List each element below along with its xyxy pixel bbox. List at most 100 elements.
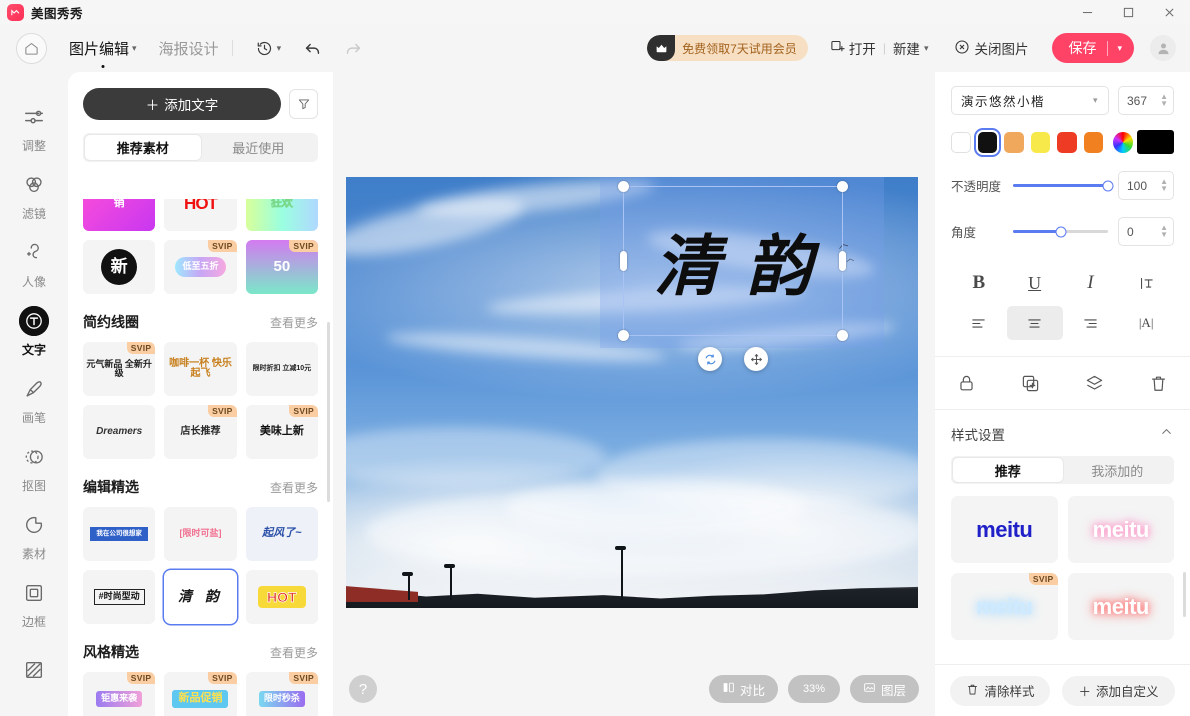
sidebar-item-adjust[interactable]: 调整	[0, 94, 68, 162]
swatch-tan[interactable]	[1004, 131, 1024, 153]
angle-input[interactable]: 0 ▲ ▼	[1118, 217, 1174, 246]
section-more-link[interactable]: 查看更多	[270, 479, 318, 496]
resize-handle-left[interactable]	[620, 251, 627, 271]
sidebar-item-brush[interactable]: 画笔	[0, 366, 68, 434]
material-item[interactable]: HOT	[164, 199, 237, 231]
current-color-bar[interactable]	[1136, 130, 1175, 154]
resize-handle-tr[interactable]	[837, 181, 848, 192]
material-item[interactable]: 咖啡一杯 快乐起飞	[164, 342, 237, 396]
material-item[interactable]: 限时折扣 立减10元	[245, 342, 318, 396]
layers-icon[interactable]	[1063, 374, 1127, 393]
sidebar-item-text[interactable]: 文字	[0, 298, 68, 366]
style-item[interactable]: meitu	[1067, 496, 1174, 563]
text-selection-box[interactable]: 清韵	[618, 181, 848, 341]
material-item[interactable]: 销	[83, 199, 156, 231]
vip-trial-banner[interactable]: 免费领取7天试用会员	[647, 35, 808, 61]
tab-poster-design[interactable]: 海报设计	[159, 38, 219, 59]
sidebar-item-cutout[interactable]: 抠图	[0, 434, 68, 502]
swatch-black[interactable]	[973, 127, 1002, 157]
material-item[interactable]: 元气新品 全新升级 SVIP	[83, 342, 156, 396]
material-item[interactable]: 店长推荐 SVIP	[164, 405, 237, 459]
material-item[interactable]: 50 SVIP	[245, 240, 318, 294]
material-item[interactable]: 新	[83, 240, 156, 294]
save-button[interactable]: 保存 ▾	[1052, 33, 1134, 63]
material-item[interactable]: 我在公司很想家	[83, 507, 156, 561]
tab-style-mine[interactable]: 我添加的	[1063, 458, 1173, 482]
section-more-link[interactable]: 查看更多	[270, 314, 318, 331]
undo-icon[interactable]	[303, 39, 322, 58]
layers-button[interactable]: 图层	[849, 675, 919, 703]
material-item[interactable]: Dreamers	[83, 405, 156, 459]
color-wheel-icon[interactable]	[1113, 131, 1133, 153]
material-item[interactable]: [限时可盐]	[164, 507, 237, 561]
stepper-icon[interactable]: ▲ ▼	[1160, 224, 1168, 239]
vertical-text-button[interactable]	[1118, 266, 1174, 300]
letter-spacing-button[interactable]: |A|	[1118, 306, 1174, 340]
align-left-button[interactable]	[951, 306, 1007, 340]
move-icon[interactable]	[744, 347, 768, 371]
material-item[interactable]: HOT	[245, 570, 318, 624]
funnel-icon[interactable]	[289, 89, 318, 119]
close-image-button[interactable]: 关闭图片	[954, 38, 1028, 58]
maximize-icon[interactable]	[1108, 0, 1149, 24]
close-icon[interactable]	[1149, 0, 1190, 24]
zoom-level[interactable]: 33%	[787, 675, 840, 703]
redo-icon[interactable]	[344, 39, 363, 58]
open-file-button[interactable]: 打开	[830, 38, 876, 58]
new-file-button[interactable]: 新建 ▾	[893, 38, 929, 58]
add-text-button[interactable]: ＋ 添加文字	[83, 88, 281, 120]
copy-icon[interactable]	[999, 374, 1063, 393]
swatch-red[interactable]	[1057, 131, 1077, 153]
canvas-text-layer[interactable]: 清韵	[624, 187, 842, 335]
italic-button[interactable]: I	[1063, 266, 1119, 300]
lock-icon[interactable]	[935, 374, 999, 393]
panel-scrollbar[interactable]	[327, 322, 330, 502]
font-size-input[interactable]: 367 ▲ ▼	[1118, 86, 1174, 115]
material-item[interactable]: 限时秒杀 SVIP	[245, 672, 318, 716]
resize-handle-br[interactable]	[837, 330, 848, 341]
style-item[interactable]: meitu	[951, 496, 1058, 563]
canvas-photo[interactable]: ︿ ︿ 清韵	[346, 177, 918, 608]
swatch-yellow[interactable]	[1030, 131, 1051, 153]
sidebar-item-mosaic[interactable]	[0, 638, 68, 706]
material-item[interactable]: 起风了~	[245, 507, 318, 561]
question-icon[interactable]: ?	[349, 675, 377, 703]
resize-handle-tl[interactable]	[618, 181, 629, 192]
material-item-selected[interactable]: 清 韵	[164, 570, 237, 624]
underline-button[interactable]: U	[1007, 266, 1063, 300]
opacity-input[interactable]: 100 ▲ ▼	[1118, 171, 1174, 200]
trash-icon[interactable]	[1126, 374, 1190, 393]
home-icon[interactable]	[16, 32, 47, 64]
tab-recommended[interactable]: 推荐素材	[85, 135, 201, 160]
material-item[interactable]: 低至五折 SVIP	[164, 240, 237, 294]
bold-button[interactable]: B	[951, 266, 1007, 300]
clear-style-button[interactable]: 清除样式	[950, 675, 1051, 706]
angle-slider[interactable]	[1013, 226, 1108, 237]
add-custom-style-button[interactable]: ＋ 添加自定义	[1062, 675, 1175, 706]
compare-button[interactable]: 对比	[708, 675, 778, 703]
tab-image-edit[interactable]: 图片编辑 ▾	[69, 38, 137, 59]
sidebar-item-sticker[interactable]: 素材	[0, 502, 68, 570]
sidebar-item-filter[interactable]: 滤镜	[0, 162, 68, 230]
stepper-icon[interactable]: ▲ ▼	[1160, 93, 1168, 108]
user-avatar-icon[interactable]	[1150, 35, 1176, 61]
tab-recent[interactable]: 最近使用	[201, 135, 317, 160]
minimize-icon[interactable]	[1067, 0, 1108, 24]
sidebar-item-portrait[interactable]: 人像	[0, 230, 68, 298]
resize-handle-right[interactable]	[839, 251, 846, 271]
style-item[interactable]: meitu SVIP	[951, 573, 1058, 640]
align-right-button[interactable]	[1063, 306, 1119, 340]
material-item[interactable]: 狂欢	[245, 199, 318, 231]
align-center-button[interactable]	[1006, 306, 1063, 340]
font-family-select[interactable]: 演示悠然小楷 ▾	[951, 86, 1109, 115]
material-item[interactable]: #时尚型动	[83, 570, 156, 624]
swatch-orange[interactable]	[1083, 131, 1104, 153]
material-scroll-area[interactable]: 销 HOT 狂欢 新 低至五折 SVIP 50 SVIP 简约线圈 查看更多 元…	[68, 199, 333, 716]
tab-style-recommended[interactable]: 推荐	[953, 458, 1063, 482]
material-item[interactable]: 新品促销 SVIP	[164, 672, 237, 716]
resize-handle-bl[interactable]	[618, 330, 629, 341]
opacity-slider[interactable]	[1013, 180, 1114, 191]
history-button[interactable]: ▾	[256, 40, 281, 57]
sidebar-item-frame[interactable]: 边框	[0, 570, 68, 638]
rotate-icon[interactable]	[698, 347, 722, 371]
